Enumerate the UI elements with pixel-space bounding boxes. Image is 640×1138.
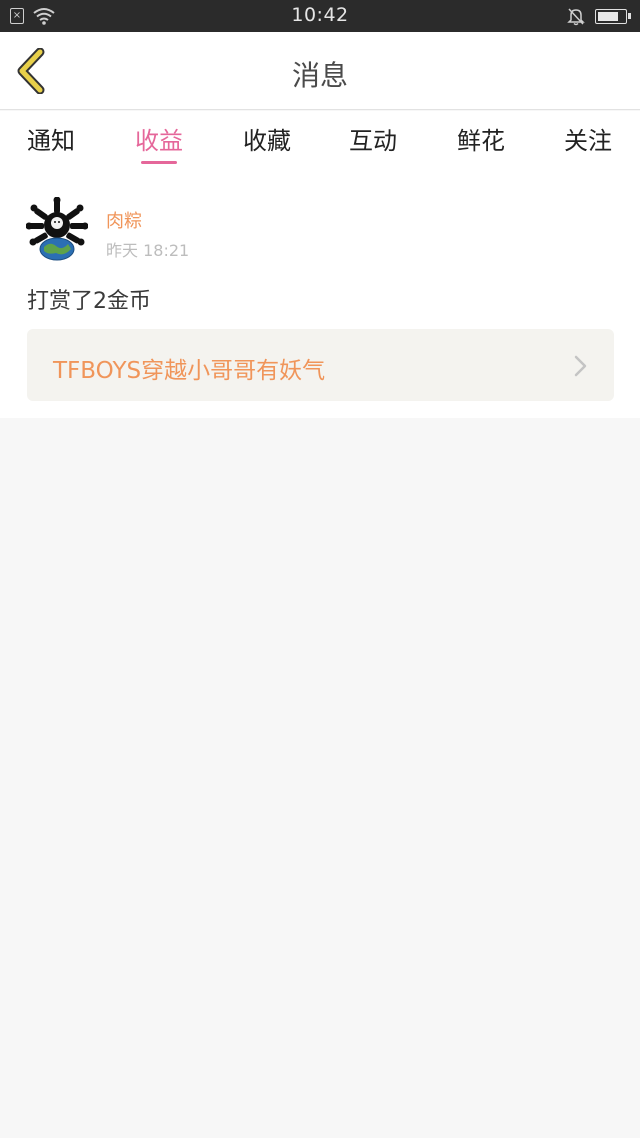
tab-label: 鲜花 — [457, 127, 505, 155]
page-title: 消息 — [291, 59, 348, 92]
tab-flowers[interactable]: 鲜花 — [436, 121, 526, 156]
tab-notify[interactable]: 通知 — [6, 121, 96, 156]
mute-icon — [567, 8, 585, 26]
tab-label: 关注 — [564, 127, 612, 155]
story-link[interactable]: TFBOYS穿越小哥哥有妖气 — [27, 329, 614, 401]
tab-interaction[interactable]: 互动 — [328, 121, 418, 156]
tab-label: 收藏 — [243, 127, 291, 155]
battery-icon — [595, 9, 631, 24]
message-time: 昨天 18:21 — [106, 241, 190, 260]
tab-earnings[interactable]: 收益 — [114, 121, 204, 164]
avatar[interactable] — [26, 197, 88, 261]
status-time: 10:42 — [291, 4, 349, 26]
chevron-right-icon — [574, 355, 587, 377]
tab-favorites[interactable]: 收藏 — [222, 121, 312, 156]
nav-bar: 消息 — [0, 32, 640, 110]
tab-label: 通知 — [27, 127, 75, 155]
tab-active-indicator — [141, 161, 177, 164]
tab-label: 收益 — [135, 127, 183, 155]
tab-bar: 通知 收益 收藏 互动 鲜花 关注 — [0, 111, 640, 167]
status-bar: × 10:42 — [0, 0, 640, 32]
message-content: 打赏了2金币 — [27, 289, 151, 314]
tab-label: 互动 — [349, 127, 397, 155]
message-card: 肉粽 昨天 18:21 打赏了2金币 TFBOYS穿越小哥哥有妖气 — [0, 167, 640, 418]
sender-name[interactable]: 肉粽 — [106, 207, 142, 233]
story-link-title: TFBOYS穿越小哥哥有妖气 — [53, 358, 326, 384]
tab-following[interactable]: 关注 — [543, 121, 633, 156]
